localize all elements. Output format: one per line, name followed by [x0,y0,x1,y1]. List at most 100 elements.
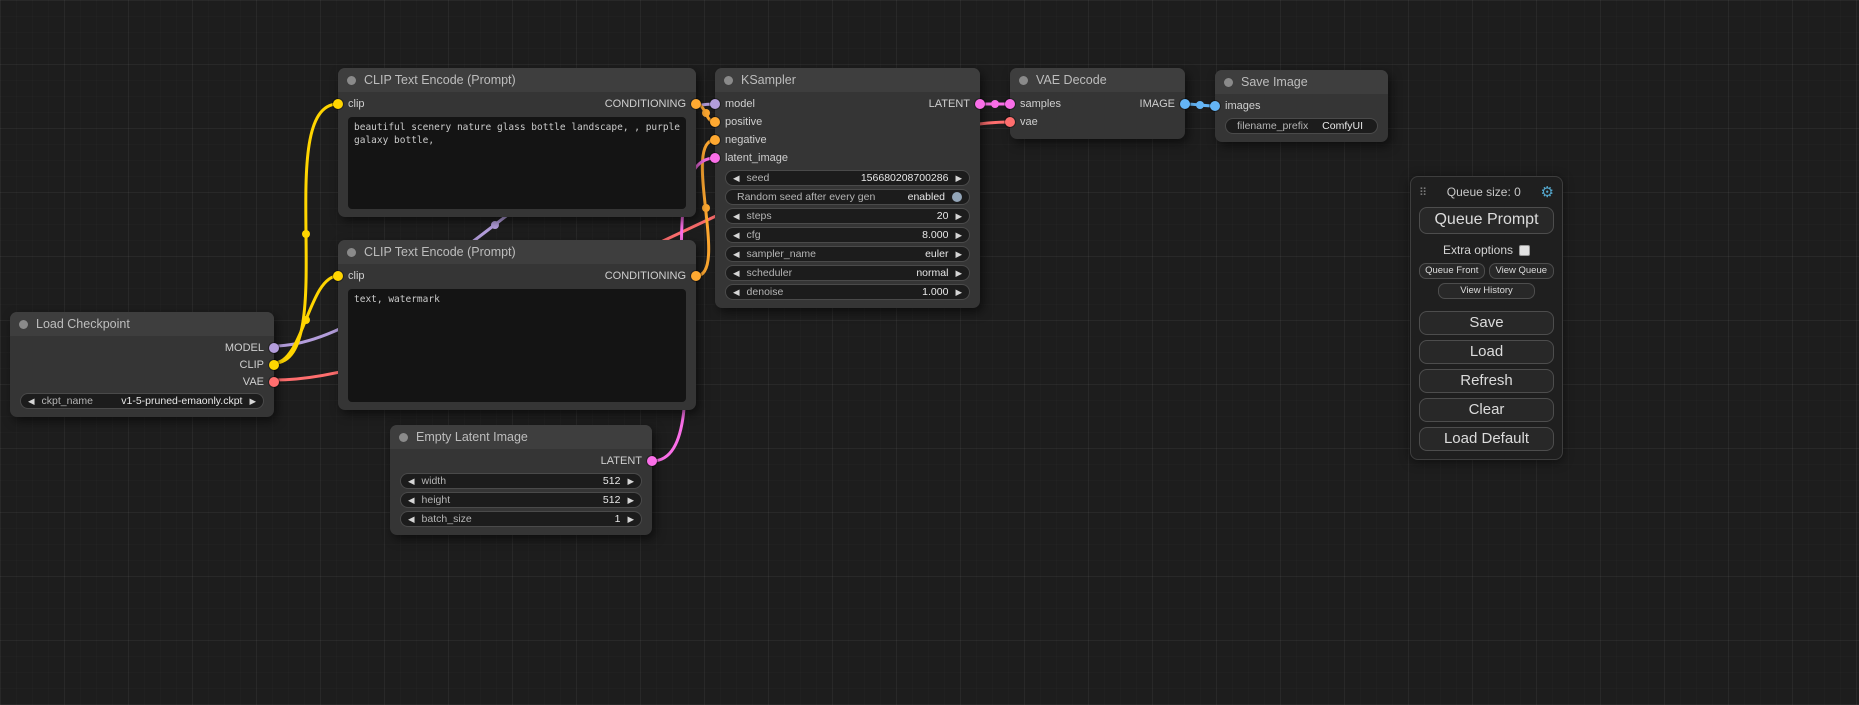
collapse-toggle-icon[interactable] [347,248,356,257]
node-ksampler[interactable]: KSampler model LATENT positive negative … [715,68,980,308]
output-port-clip[interactable] [269,360,279,370]
load-default-button[interactable]: Load Default [1419,427,1554,451]
input-port-model[interactable] [710,99,720,109]
output-label-image: IMAGE [1140,98,1175,110]
increment-arrow-icon[interactable]: ▶ [955,212,962,221]
output-port-model[interactable] [269,343,279,353]
increment-arrow-icon[interactable]: ▶ [249,397,256,406]
node-title-bar[interactable]: VAE Decode [1010,68,1185,92]
decrement-arrow-icon[interactable]: ◀ [408,477,415,486]
node-clip-text-encode-positive[interactable]: CLIP Text Encode (Prompt) clip CONDITION… [338,68,696,217]
save-button[interactable]: Save [1419,311,1554,335]
input-port-positive[interactable] [710,117,720,127]
widget-scheduler[interactable]: ◀ scheduler normal ▶ [725,265,970,281]
increment-arrow-icon[interactable]: ▶ [955,231,962,240]
node-empty-latent-image[interactable]: Empty Latent Image LATENT ◀ width 512 ▶ … [390,425,652,535]
output-label-latent: LATENT [929,98,970,110]
increment-arrow-icon[interactable]: ▶ [955,288,962,297]
node-title-bar[interactable]: Save Image [1215,70,1388,94]
output-label-clip: CLIP [240,359,264,371]
decrement-arrow-icon[interactable]: ◀ [733,231,740,240]
increment-arrow-icon[interactable]: ▶ [955,250,962,259]
increment-arrow-icon[interactable]: ▶ [955,269,962,278]
node-title-bar[interactable]: Empty Latent Image [390,425,652,449]
node-clip-text-encode-negative[interactable]: CLIP Text Encode (Prompt) clip CONDITION… [338,240,696,410]
node-title-bar[interactable]: Load Checkpoint [10,312,274,336]
output-port-conditioning[interactable] [691,99,701,109]
prompt-textarea[interactable]: text, watermark [348,289,686,402]
decrement-arrow-icon[interactable]: ◀ [733,250,740,259]
input-port-images[interactable] [1210,101,1220,111]
clear-button[interactable]: Clear [1419,398,1554,422]
widget-denoise[interactable]: ◀ denoise 1.000 ▶ [725,284,970,300]
input-port-clip[interactable] [333,99,343,109]
output-port-conditioning[interactable] [691,271,701,281]
settings-gear-icon[interactable]: ⚙ [1541,185,1554,200]
input-port-samples[interactable] [1005,99,1015,109]
node-load-checkpoint[interactable]: Load Checkpoint MODEL CLIP VAE ◀ ckpt_na… [10,312,274,417]
node-title-bar[interactable]: CLIP Text Encode (Prompt) [338,68,696,92]
output-port-latent[interactable] [975,99,985,109]
widget-label: ckpt_name [42,395,93,407]
increment-arrow-icon[interactable]: ▶ [627,496,634,505]
node-title-bar[interactable]: CLIP Text Encode (Prompt) [338,240,696,264]
decrement-arrow-icon[interactable]: ◀ [28,397,35,406]
node-save-image[interactable]: Save Image images filename_prefix ComfyU… [1215,70,1388,142]
collapse-toggle-icon[interactable] [724,76,733,85]
output-label-vae: VAE [243,376,264,388]
decrement-arrow-icon[interactable]: ◀ [408,496,415,505]
widget-width[interactable]: ◀ width 512 ▶ [400,473,642,489]
widget-ckpt-name[interactable]: ◀ ckpt_name v1-5-pruned-emaonly.ckpt ▶ [20,393,264,409]
collapse-toggle-icon[interactable] [1019,76,1028,85]
input-port-latent-image[interactable] [710,153,720,163]
collapse-toggle-icon[interactable] [399,433,408,442]
view-history-button[interactable]: View History [1438,283,1535,299]
input-port-vae[interactable] [1005,117,1015,127]
output-port-latent[interactable] [647,456,657,466]
comfyui-node-graph-canvas[interactable]: { "colors": { "model": "#b39ddb", "clip"… [0,0,1859,705]
extra-options-checkbox[interactable] [1519,245,1530,256]
collapse-toggle-icon[interactable] [347,76,356,85]
load-button[interactable]: Load [1419,340,1554,364]
widget-steps[interactable]: ◀ steps 20 ▶ [725,208,970,224]
input-port-negative[interactable] [710,135,720,145]
collapse-toggle-icon[interactable] [19,320,28,329]
input-label-vae: vae [1020,116,1038,128]
decrement-arrow-icon[interactable]: ◀ [733,174,740,183]
queue-size-label: Queue size: 0 [1427,185,1540,199]
input-port-clip[interactable] [333,271,343,281]
view-queue-button[interactable]: View Queue [1489,263,1555,279]
collapse-toggle-icon[interactable] [1224,78,1233,87]
decrement-arrow-icon[interactable]: ◀ [408,515,415,524]
input-label-clip: clip [348,98,365,110]
output-label-conditioning: CONDITIONING [605,270,686,282]
widget-cfg[interactable]: ◀ cfg 8.000 ▶ [725,227,970,243]
node-title-bar[interactable]: KSampler [715,68,980,92]
toggle-knob-icon[interactable] [952,192,962,202]
widget-height[interactable]: ◀ height 512 ▶ [400,492,642,508]
increment-arrow-icon[interactable]: ▶ [955,174,962,183]
node-title: Save Image [1241,75,1308,89]
queue-front-button[interactable]: Queue Front [1419,263,1485,279]
link-midpoint-dot [1196,101,1204,109]
decrement-arrow-icon[interactable]: ◀ [733,288,740,297]
node-vae-decode[interactable]: VAE Decode samples IMAGE vae [1010,68,1185,139]
output-port-vae[interactable] [269,377,279,387]
refresh-button[interactable]: Refresh [1419,369,1554,393]
widget-filename-prefix[interactable]: filename_prefix ComfyUI [1225,118,1378,134]
increment-arrow-icon[interactable]: ▶ [627,477,634,486]
queue-menu-panel[interactable]: ⠿ Queue size: 0 ⚙ Queue Prompt Extra opt… [1410,176,1563,460]
decrement-arrow-icon[interactable]: ◀ [733,269,740,278]
drag-handle-icon[interactable]: ⠿ [1419,186,1427,199]
prompt-textarea[interactable]: beautiful scenery nature glass bottle la… [348,117,686,209]
widget-random-seed-toggle[interactable]: Random seed after every gen enabled [725,189,970,205]
increment-arrow-icon[interactable]: ▶ [627,515,634,524]
output-label-model: MODEL [225,342,264,354]
widget-batch-size[interactable]: ◀ batch_size 1 ▶ [400,511,642,527]
widget-seed[interactable]: ◀ seed 156680208700286 ▶ [725,170,970,186]
decrement-arrow-icon[interactable]: ◀ [733,212,740,221]
output-port-image[interactable] [1180,99,1190,109]
link-midpoint-dot [302,230,310,238]
widget-sampler-name[interactable]: ◀ sampler_name euler ▶ [725,246,970,262]
queue-prompt-button[interactable]: Queue Prompt [1419,207,1554,234]
